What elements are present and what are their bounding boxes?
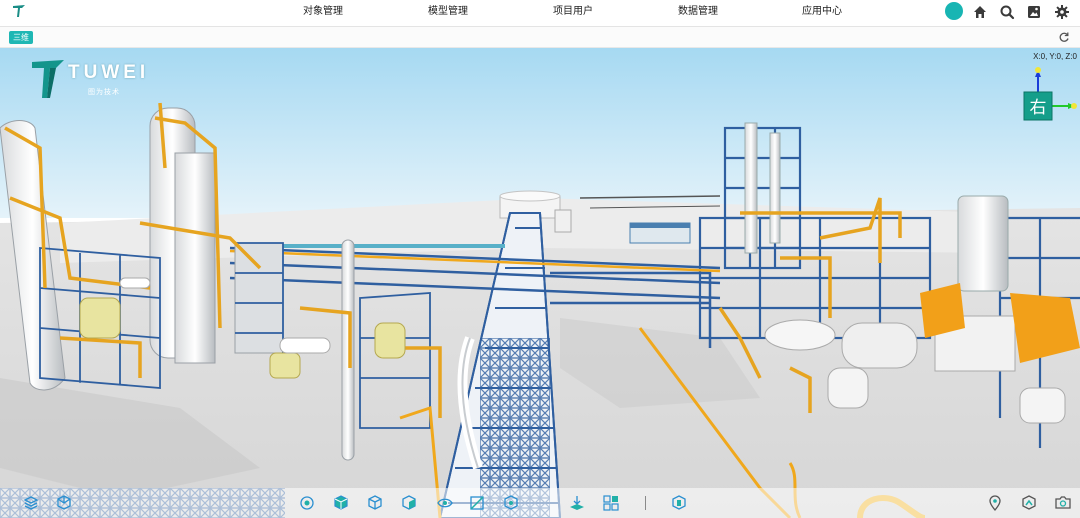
- cube-solid-icon[interactable]: [332, 494, 350, 512]
- user-avatar[interactable]: [945, 2, 963, 20]
- nav-item-object-management[interactable]: 对象管理: [303, 0, 343, 27]
- nav-item-application-center[interactable]: 应用中心: [802, 0, 842, 27]
- section-icon[interactable]: [468, 494, 486, 512]
- model-icon[interactable]: [670, 494, 688, 512]
- toolbar-divider: [645, 496, 646, 510]
- camera-icon[interactable]: [1054, 494, 1072, 512]
- view-mode-bar: 三维: [0, 27, 1080, 48]
- view-cube-label: 右: [1030, 98, 1047, 118]
- 3d-view-button[interactable]: 三维: [9, 31, 33, 44]
- app-logo-icon[interactable]: [11, 3, 27, 19]
- brand-subtitle: 图为技术: [88, 89, 120, 96]
- location-pin-icon[interactable]: [986, 494, 1004, 512]
- screenshot-icon[interactable]: [1026, 4, 1042, 20]
- coordinate-readout: X:0, Y:0, Z:0: [1033, 52, 1077, 61]
- plant-3d-scene: [0, 48, 1080, 518]
- home-icon[interactable]: [972, 4, 988, 20]
- refresh-icon[interactable]: [1058, 31, 1070, 43]
- layers-icon[interactable]: [22, 494, 40, 512]
- grid-icon[interactable]: [602, 494, 620, 512]
- cube-outline-icon[interactable]: [366, 494, 384, 512]
- cube-frame-icon[interactable]: [55, 494, 73, 512]
- target-icon[interactable]: [298, 494, 316, 512]
- route-icon[interactable]: [1020, 494, 1038, 512]
- tuwei-logo-icon: [32, 60, 64, 98]
- nav-item-data-management[interactable]: 数据管理: [678, 0, 718, 27]
- top-navigation-bar: 对象管理 模型管理 项目用户 数据管理 应用中心: [0, 0, 1080, 27]
- nav-item-model-management[interactable]: 模型管理: [428, 0, 468, 27]
- 3d-scene-viewport[interactable]: TUWEI 图为技术 X:0, Y:0, Z:0 右: [0, 48, 1080, 518]
- hide-icon[interactable]: [436, 494, 454, 512]
- brand-logo: TUWEI 图为技术: [30, 56, 160, 100]
- search-icon[interactable]: [999, 4, 1015, 20]
- brand-name: TUWEI: [68, 62, 150, 83]
- settings-icon[interactable]: [1054, 4, 1070, 20]
- cube-half-icon[interactable]: [400, 494, 418, 512]
- view-cube[interactable]: 右: [1012, 64, 1080, 128]
- ground-icon[interactable]: [568, 494, 586, 512]
- measure-icon[interactable]: [502, 494, 520, 512]
- bottom-toolbar: [0, 488, 1080, 518]
- nav-item-project-users[interactable]: 项目用户: [553, 0, 593, 27]
